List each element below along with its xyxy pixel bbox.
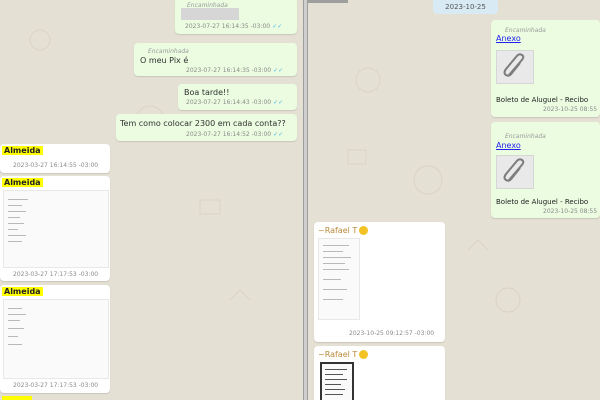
attachment-filename: Boleto de Aluguel - Recibo	[496, 198, 589, 206]
message-timestamp: 2023-03-27 17:17:53 -03:00	[13, 271, 99, 278]
message-timestamp: 2023-10-25 09:12:57 -03:00	[349, 330, 435, 337]
emoji-icon	[359, 226, 369, 235]
right-chat-pane[interactable]: 2023-10-25 Encaminhada Anexo Boleto de A…	[308, 0, 600, 400]
sender-name: Almeida	[2, 146, 43, 155]
message-timestamp: 2023-07-27 16:14:52 -03:00 ✓✓	[186, 131, 284, 138]
attachment-filename: Boleto de Aluguel - Recibo	[496, 96, 589, 104]
document-image-thumbnail[interactable]	[320, 362, 354, 400]
redacted-content	[181, 8, 239, 20]
message-timestamp: 2023-10-25 08:55	[543, 208, 598, 215]
message-timestamp: 2023-03-27 17:17:53 -03:00	[13, 382, 99, 389]
sender-name: ~Rafael T	[318, 350, 369, 359]
top-bar-strip	[308, 0, 348, 3]
message-boa-tarde[interactable]: Boa tarde!! 2023-07-27 16:14:43 -03:00 ✓✓	[178, 84, 297, 110]
forwarded-label: Encaminhada	[505, 133, 546, 140]
message-pix[interactable]: Encaminhada O meu Pix é 2023-07-27 16:14…	[134, 43, 297, 76]
message-rafael-2[interactable]: ~Rafael T	[314, 346, 445, 400]
message-rafael-1[interactable]: ~Rafael T 2023-10-25 09:12:57 -03:00	[314, 222, 445, 342]
message-almeida-2[interactable]: Almeida 2023-03-27 17:17:53 -03:00	[0, 176, 110, 281]
message-tem-como[interactable]: Tem como colocar 2300 em cada conta?? 20…	[116, 114, 297, 141]
sender-name: Almeida	[2, 178, 43, 187]
message-timestamp: 2023-07-27 16:14:35 -03:00 ✓✓	[185, 23, 283, 30]
message-timestamp: 2023-07-27 16:14:43 -03:00 ✓✓	[186, 99, 284, 106]
message-text: Boa tarde!!	[184, 88, 230, 97]
forwarded-label: Encaminhada	[505, 27, 546, 34]
message-almeida-3[interactable]: Almeida 2023-03-27 17:17:53 -03:00	[0, 285, 110, 393]
message-text: O meu Pix é	[140, 56, 189, 65]
message-almeida-1[interactable]: Almeida 2023-03-27 16:14:55 -03:00	[0, 144, 110, 173]
left-chat-pane[interactable]: Encaminhada 2023-07-27 16:14:35 -03:00 ✓✓…	[0, 0, 303, 400]
document-image-thumbnail[interactable]	[3, 190, 109, 268]
message-timestamp: 2023-03-27 16:14:55 -03:00	[13, 162, 99, 169]
message-text: Tem como colocar 2300 em cada conta??	[120, 119, 286, 128]
message-document-1[interactable]: Encaminhada Anexo Boleto de Aluguel - Re…	[491, 20, 600, 117]
next-sender-highlight	[2, 396, 32, 400]
forwarded-label: Encaminhada	[148, 48, 189, 55]
message-forwarded-top[interactable]: Encaminhada 2023-07-27 16:14:35 -03:00 ✓✓	[175, 0, 297, 34]
document-image-thumbnail[interactable]	[318, 238, 360, 320]
emoji-icon	[359, 350, 369, 359]
attachment-link[interactable]: Anexo	[496, 141, 521, 150]
paperclip-icon[interactable]	[496, 155, 534, 189]
message-timestamp: 2023-07-27 16:14:35 -03:00 ✓✓	[186, 67, 284, 74]
date-chip: 2023-10-25	[433, 0, 498, 14]
message-document-2[interactable]: Encaminhada Anexo Boleto de Aluguel - Re…	[491, 122, 600, 218]
document-image-thumbnail[interactable]	[3, 299, 109, 379]
attachment-link[interactable]: Anexo	[496, 34, 521, 43]
message-timestamp: 2023-10-25 08:55	[543, 106, 598, 113]
paperclip-icon[interactable]	[496, 50, 534, 84]
sender-name: ~Rafael T	[318, 226, 369, 235]
sender-name: Almeida	[2, 287, 43, 296]
